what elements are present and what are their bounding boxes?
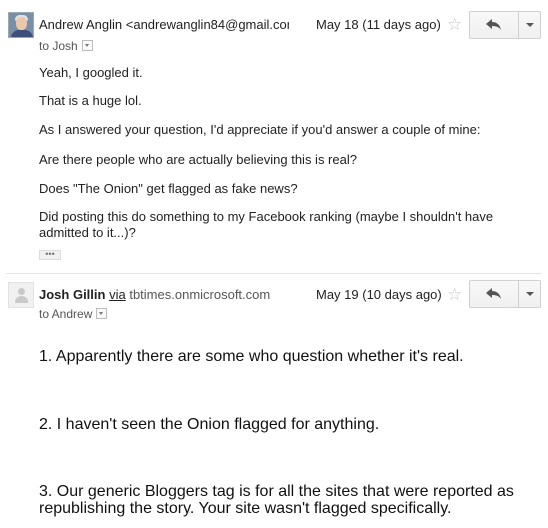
reply-button[interactable] <box>470 281 518 307</box>
message-date[interactable]: May 18 (11 days ago) <box>316 17 441 32</box>
via-link[interactable]: via <box>109 287 126 302</box>
reply-button-group <box>469 11 541 39</box>
body-line: 2. I haven't seen the Onion flagged for … <box>39 416 380 433</box>
via-domain: tbtimes.onmicrosoft.com <box>129 287 271 302</box>
star-icon[interactable]: ☆ <box>447 286 462 303</box>
recipient-label: to Josh <box>39 39 78 53</box>
star-icon[interactable]: ☆ <box>447 16 462 33</box>
sender-header[interactable]: Josh Gillin via tbtimes.onmicrosoft.com <box>39 287 270 302</box>
body-line: Did posting this do something to my Face… <box>39 209 494 240</box>
sender-header[interactable]: Andrew Anglin <andrewanglin84@gmail.com> <box>39 17 289 32</box>
sender-avatar[interactable] <box>8 12 34 38</box>
show-details-icon[interactable] <box>96 308 108 319</box>
body-line: As I answered your question, I'd appreci… <box>39 122 481 137</box>
chevron-down-icon <box>526 23 534 27</box>
sender-name: Josh Gillin <box>39 287 106 302</box>
more-options-button[interactable] <box>518 12 541 38</box>
more-options-button[interactable] <box>518 281 541 307</box>
message-1: Andrew Anglin <andrewanglin84@gmail.com>… <box>0 0 548 270</box>
recipient-label: to Andrew <box>39 307 93 321</box>
sender-name: Andrew Anglin <box>39 17 123 32</box>
reply-button-group <box>469 280 541 308</box>
show-details-icon[interactable] <box>81 40 93 51</box>
show-trimmed-content-button[interactable]: ••• <box>39 250 61 260</box>
recipient-line[interactable]: to Andrew <box>39 307 108 321</box>
sender-avatar[interactable] <box>8 282 34 308</box>
body-line: 1. Apparently there are some who questio… <box>39 348 464 365</box>
body-line: 3. Our generic Bloggers tag is for all t… <box>39 483 514 517</box>
body-line: Yeah, I googled it. <box>39 65 143 80</box>
body-line: Does "The Onion" get flagged as fake new… <box>39 181 298 196</box>
reply-icon <box>486 288 501 299</box>
chevron-down-icon <box>526 292 534 296</box>
reply-icon <box>486 19 501 30</box>
reply-button[interactable] <box>470 12 518 38</box>
message-date[interactable]: May 19 (10 days ago) <box>316 287 442 302</box>
body-line: That is a huge lol. <box>39 93 142 108</box>
sender-email: <andrewanglin84@gmail.com> <box>125 17 289 32</box>
body-line: Are there people who are actually believ… <box>39 152 357 167</box>
message-2: Josh Gillin via tbtimes.onmicrosoft.com … <box>0 274 548 528</box>
recipient-line[interactable]: to Josh <box>39 39 93 53</box>
